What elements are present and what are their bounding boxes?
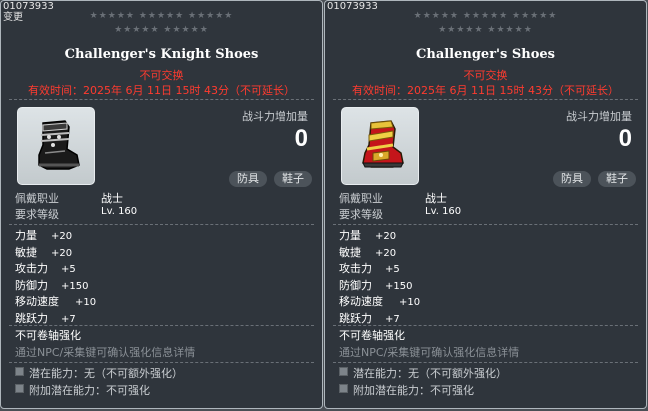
potential-text: 潜在能力：无（不可额外强化） <box>29 367 183 380</box>
stat-name: 移动速度 <box>15 295 59 308</box>
stat-row: 防御力 +150 <box>339 278 639 295</box>
stat-value: +20 <box>375 247 397 259</box>
divider <box>333 99 638 100</box>
bonus-potential-line: 附加潜在能力：不可强化 <box>339 382 474 398</box>
potential-line: 潜在能力：无（不可额外强化） <box>339 365 507 381</box>
power-increase-value: 0 <box>294 125 308 152</box>
job-label: 佩戴职业 <box>15 192 59 205</box>
stat-row: 力量 +20 <box>15 228 315 245</box>
power-increase-label: 战斗力增加量 <box>242 110 308 123</box>
item-name: Challenger's Knight Shoes <box>64 47 259 62</box>
boot-icon <box>38 120 80 170</box>
power-increase-label: 战斗力增加量 <box>566 110 632 123</box>
stat-name: 移动速度 <box>339 295 383 308</box>
divider <box>9 362 314 363</box>
no-scroll-notice: 不可卷轴强化 <box>339 329 405 342</box>
stat-value: +10 <box>399 297 421 308</box>
bonus-potential-line: 附加潜在能力：不可强化 <box>15 382 150 398</box>
category-tag-armor: 防具 <box>553 171 591 187</box>
item-icon-frame <box>341 107 419 185</box>
stat-name: 力量 <box>339 229 361 242</box>
job-value: 战士 <box>425 192 447 205</box>
divider <box>9 224 314 225</box>
stat-row: 敏捷 +20 <box>339 245 639 262</box>
category-tag-armor: 防具 <box>229 171 267 187</box>
potential-line: 潜在能力：无（不可额外强化） <box>15 365 183 381</box>
power-increase-value: 0 <box>618 125 632 152</box>
stat-value: +150 <box>61 280 89 292</box>
divider <box>333 224 638 225</box>
divider <box>333 325 638 326</box>
stat-row: 防御力 +150 <box>15 278 315 295</box>
stat-name: 防御力 <box>339 278 372 292</box>
stat-row: 力量 +20 <box>339 228 639 245</box>
potential-square-icon <box>15 367 24 376</box>
potential-text: 潜在能力：无（不可额外强化） <box>353 367 507 380</box>
level-value: Lv. 160 <box>101 206 138 217</box>
star-force-row-2: ★★★★★ ★★★★★ <box>114 25 209 35</box>
divider <box>9 99 314 100</box>
stat-row: 移动速度 +10 <box>339 294 639 311</box>
stat-value: +7 <box>385 313 400 325</box>
item-icon-frame <box>17 107 95 185</box>
category-tag-shoes: 鞋子 <box>274 171 312 187</box>
bonus-potential-square-icon <box>339 384 348 393</box>
stat-value: +150 <box>385 280 413 292</box>
item-tooltip-right: 01073933 ★★★★★ ★★★★★ ★★★★★ ★★★★★ ★★★★★ C… <box>324 0 647 409</box>
stat-row: 移动速度 +10 <box>15 294 315 311</box>
expiration-time: 有效时间：2025年 6月 11日 15时 43分（不可延长） <box>352 84 619 97</box>
bonus-potential-text: 附加潜在能力：不可强化 <box>29 384 150 397</box>
expiration-time: 有效时间：2025年 6月 11日 15时 43分（不可延长） <box>28 84 295 97</box>
stat-value: +20 <box>375 231 397 242</box>
level-label: 要求等级 <box>339 208 383 221</box>
stat-name: 敏捷 <box>15 245 37 259</box>
stat-value: +20 <box>51 247 73 259</box>
stat-value: +5 <box>61 264 76 275</box>
bonus-potential-square-icon <box>15 384 24 393</box>
star-force-row-1: ★★★★★ ★★★★★ ★★★★★ <box>413 11 558 21</box>
trade-restriction: 不可交换 <box>139 69 184 82</box>
stat-list: 力量 +20 敏捷 +20 攻击力 +5 防御力 +150 移动速度 +10 跳跃力 +7 <box>15 228 315 327</box>
stat-name: 攻击力 <box>339 262 372 275</box>
star-force-row-1: ★★★★★ ★★★★★ ★★★★★ <box>89 11 234 21</box>
stat-value: +7 <box>61 313 76 325</box>
stat-value: +20 <box>51 231 73 242</box>
no-scroll-notice: 不可卷轴强化 <box>15 329 81 342</box>
stat-name: 攻击力 <box>15 262 48 275</box>
bonus-potential-text: 附加潜在能力：不可强化 <box>353 384 474 397</box>
enhancement-hint: 通过NPC/采集键可确认强化信息详情 <box>339 346 520 359</box>
stat-row: 攻击力 +5 <box>15 261 315 278</box>
stat-row: 敏捷 +20 <box>15 245 315 262</box>
divider <box>333 362 638 363</box>
level-label: 要求等级 <box>15 208 59 221</box>
star-force-row-2: ★★★★★ ★★★★★ <box>438 25 533 35</box>
divider <box>9 325 314 326</box>
item-tooltip-left: 01073933 变更 ★★★★★ ★★★★★ ★★★★★ ★★★★★ ★★★★… <box>0 0 323 409</box>
trade-restriction: 不可交换 <box>463 69 508 82</box>
category-tag-shoes: 鞋子 <box>598 171 636 187</box>
stat-row: 攻击力 +5 <box>339 261 639 278</box>
stat-list: 力量 +20 敏捷 +20 攻击力 +5 防御力 +150 移动速度 +10 跳跃力 +7 <box>339 228 639 327</box>
job-label: 佩戴职业 <box>339 192 383 205</box>
job-value: 战士 <box>101 192 123 205</box>
stat-value: +5 <box>385 264 400 275</box>
potential-square-icon <box>339 367 348 376</box>
stat-name: 敏捷 <box>339 245 361 259</box>
stat-name: 力量 <box>15 229 37 242</box>
stat-name: 防御力 <box>15 278 48 292</box>
level-value: Lv. 160 <box>425 206 462 217</box>
boot-icon <box>362 120 404 168</box>
item-name: Challenger's Shoes <box>416 47 555 62</box>
enhancement-hint: 通过NPC/采集键可确认强化信息详情 <box>15 346 196 359</box>
stat-value: +10 <box>75 297 97 308</box>
